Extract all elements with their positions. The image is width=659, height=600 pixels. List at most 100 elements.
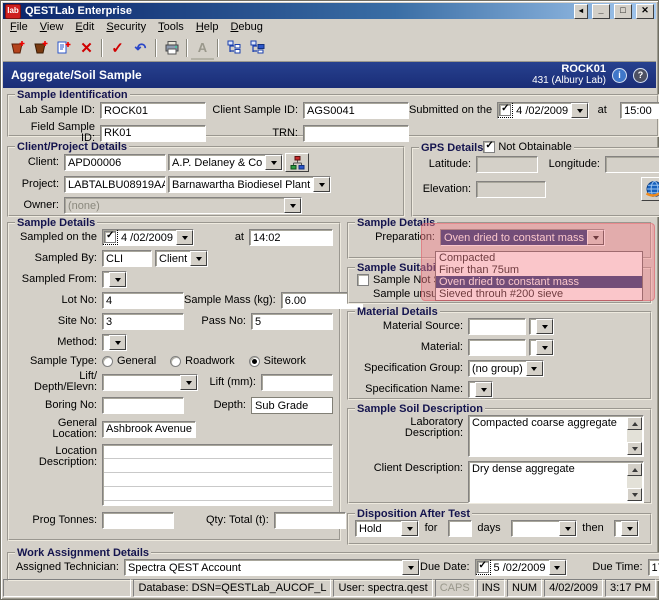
preparation-option[interactable]: Finer than 75um [436,264,642,276]
maximize-button[interactable]: □ [614,4,632,19]
print-icon[interactable] [160,37,183,59]
disposition-then-select[interactable] [614,520,639,537]
radio-roadwork[interactable] [170,356,181,367]
specification-name-select[interactable] [468,381,493,398]
prog-tonnes-field[interactable] [102,512,174,529]
menu-edit[interactable]: Edit [69,20,100,34]
scroll-up-icon[interactable] [627,463,642,476]
qty-total-field[interactable] [274,512,346,529]
method-select[interactable] [102,334,127,351]
disposition-period-select[interactable] [511,520,577,537]
sampled-by-code-field[interactable]: CLI [102,250,152,267]
due-time-field[interactable]: 17:00 [648,559,659,576]
dropdown-arrow-icon[interactable] [549,560,566,575]
sampled-time-field[interactable]: 14:02 [249,229,333,246]
site-no-field[interactable]: 3 [102,313,184,330]
minimize-button[interactable]: _ [592,4,610,19]
dropdown-arrow-icon[interactable] [176,230,193,245]
signature-icon[interactable]: A [191,36,214,60]
submitted-time-field[interactable]: 15:00 [620,102,659,119]
project-code-field[interactable]: LABTALBU08919AA [64,176,166,193]
radio-general[interactable] [102,356,113,367]
sampled-from-select[interactable] [102,271,127,288]
boring-no-field[interactable] [102,397,184,414]
globe-icon[interactable] [641,177,659,201]
lift-depth-select[interactable] [102,374,198,391]
dropdown-arrow-icon[interactable] [526,361,543,376]
menu-debug[interactable]: Debug [224,20,268,34]
scroll-down-icon[interactable] [627,488,642,501]
client-browser-icon[interactable] [285,153,309,172]
dropdown-arrow-icon[interactable] [621,521,638,536]
lot-no-field[interactable]: 4 [102,292,184,309]
disposition-days-field[interactable] [448,520,472,537]
laboratory-description-field[interactable]: Compacted coarse aggregate [468,415,644,457]
dropdown-arrow-icon[interactable] [313,177,330,192]
dropdown-arrow-icon[interactable] [265,155,282,170]
lab-tree-view-icon[interactable] [245,37,268,59]
menu-view[interactable]: View [34,20,70,34]
dropdown-arrow-icon[interactable] [571,103,588,118]
assigned-technician-select[interactable]: Spectra QEST Account [124,559,420,576]
dropdown-arrow-icon[interactable] [180,375,197,390]
sampled-date-picker[interactable]: 4 /02/2009 [102,229,194,246]
new-sample-icon[interactable] [6,37,29,59]
client-name-select[interactable]: A.P. Delaney & Co [168,154,283,171]
dropdown-arrow-icon[interactable] [536,340,553,355]
dropdown-arrow-icon[interactable] [402,560,419,575]
dropdown-arrow-icon[interactable] [587,230,604,245]
dropdown-arrow-icon[interactable] [109,335,126,350]
dropdown-arrow-icon[interactable] [559,521,576,536]
location-description-field[interactable] [102,444,333,506]
client-sample-id-field[interactable]: AGS0041 [303,102,409,119]
preparation-option[interactable]: Sieved throuh #200 sieve [436,288,642,300]
depth-field[interactable]: Sub Grade [251,397,333,414]
delete-icon[interactable]: ✕ [75,37,98,59]
gps-not-obtainable-checkbox[interactable] [483,141,495,153]
lab-sample-id-field[interactable]: ROCK01 [100,102,206,119]
disposition-action-select[interactable]: Hold [355,520,419,537]
window-roll-button[interactable]: ◂ [574,4,588,19]
general-location-field[interactable]: Ashbrook Avenue [102,421,196,438]
sampled-date-checkbox[interactable] [104,231,116,243]
tree-view-icon[interactable] [222,37,245,59]
close-button[interactable]: ✕ [636,4,654,19]
material-source-select[interactable] [529,318,554,335]
scrollbar[interactable] [627,417,642,455]
submitted-date-checkbox[interactable] [499,104,511,116]
lift-mm-field[interactable] [261,374,333,391]
scroll-down-icon[interactable] [627,442,642,455]
project-name-select[interactable]: Barnawartha Biodiesel Plant [168,176,331,193]
dropdown-arrow-icon[interactable] [401,521,418,536]
client-code-field[interactable]: APD00006 [64,154,166,171]
info-icon[interactable]: i [612,68,627,83]
dropdown-arrow-icon[interactable] [190,251,207,266]
client-description-field[interactable]: Dry dense aggregate [468,461,644,503]
sampled-by-select[interactable]: Client [155,250,208,267]
preparation-option-selected[interactable]: Oven dried to constant mass [436,276,642,288]
due-date-checkbox[interactable] [477,561,489,573]
scrollbar[interactable] [627,463,642,501]
due-date-picker[interactable]: 5 /02/2009 [475,559,567,576]
new-document-icon[interactable] [52,37,75,59]
confirm-icon[interactable]: ✓ [106,37,129,59]
dropdown-arrow-icon[interactable] [475,382,492,397]
material-select[interactable] [529,339,554,356]
material-code-field[interactable] [468,339,526,356]
specification-group-select[interactable]: (no group) [468,360,544,377]
menu-security[interactable]: Security [100,20,152,34]
pass-no-field[interactable]: 5 [251,313,333,330]
preparation-option[interactable]: Compacted [436,252,642,264]
radio-sitework[interactable] [249,356,260,367]
trn-field[interactable] [303,125,409,142]
undo-icon[interactable]: ↶ [129,37,152,59]
dropdown-arrow-icon[interactable] [109,272,126,287]
scroll-up-icon[interactable] [627,417,642,430]
help-icon[interactable]: ? [633,68,648,83]
sample-not-suitable-checkbox[interactable] [357,274,369,286]
submitted-date-picker[interactable]: 4 /02/2009 [497,102,589,119]
new-dark-sample-icon[interactable] [29,37,52,59]
menu-tools[interactable]: Tools [152,20,190,34]
menu-file[interactable]: File [4,20,34,34]
material-source-code-field[interactable] [468,318,526,335]
